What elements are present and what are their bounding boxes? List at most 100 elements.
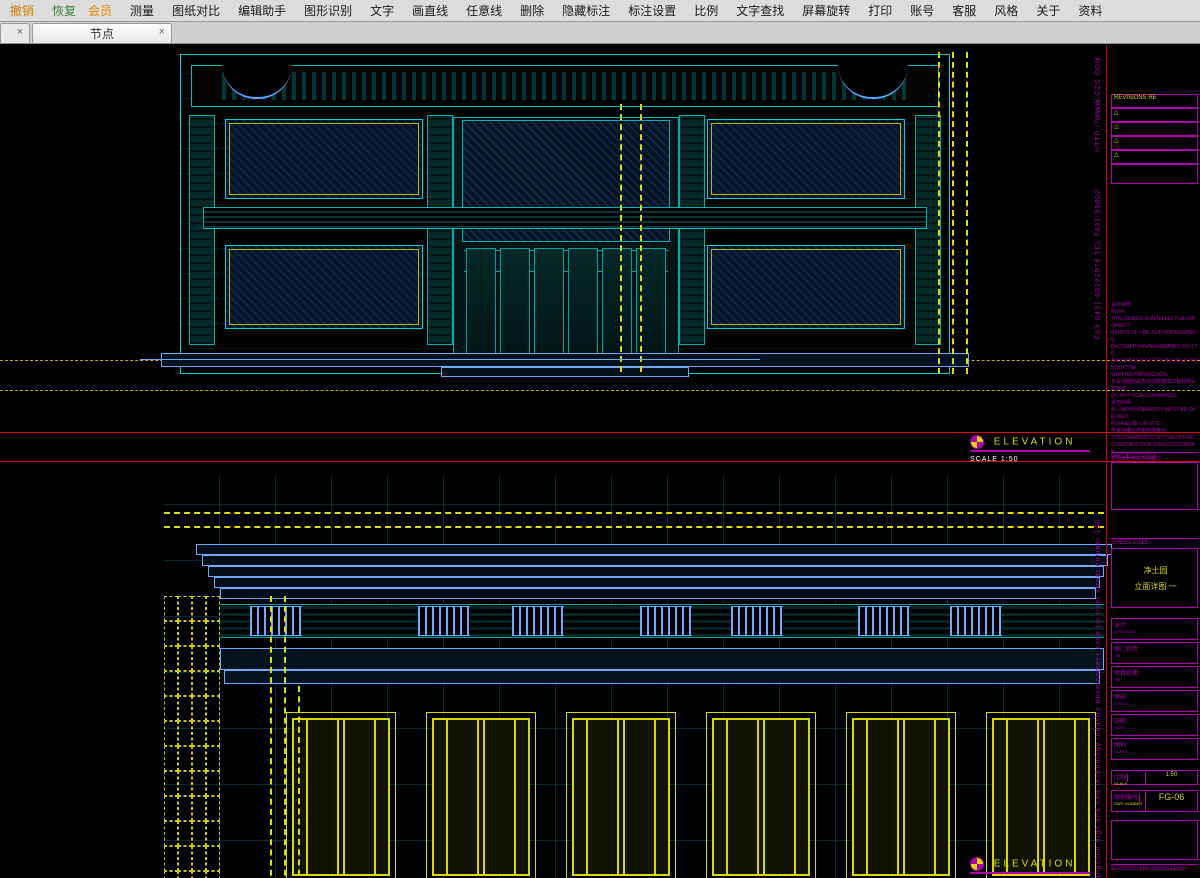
floor-line	[140, 359, 760, 360]
pilaster-cap	[418, 606, 470, 636]
menu-compare[interactable]: 图纸对比	[172, 2, 220, 19]
rev-row: △	[1111, 150, 1198, 164]
menu-delete[interactable]: 删除	[520, 2, 544, 19]
rev-row	[1111, 164, 1198, 184]
rev-row: △	[1111, 108, 1198, 122]
blank-row	[1111, 820, 1198, 860]
elevation-text: ELEVATION	[994, 437, 1076, 448]
rev-header: REVISIONS RE	[1111, 94, 1198, 108]
elevation-icon	[970, 857, 984, 871]
window-panel	[225, 119, 423, 199]
info-row: 项目经理PM	[1111, 666, 1198, 688]
elevation-tag: ELEVATION	[970, 857, 1090, 874]
info-row: 设计DESIGNER	[1111, 618, 1198, 640]
menu-scale[interactable]: 比例	[694, 2, 718, 19]
string-course	[203, 207, 927, 229]
menu-support[interactable]: 客服	[952, 2, 976, 19]
project-title-box	[1111, 462, 1198, 510]
pilaster	[427, 115, 453, 345]
menu-hideannot[interactable]: 隐藏标注	[562, 2, 610, 19]
sheet-title-2: 立面详图 一	[1116, 581, 1195, 592]
scale-row: 比例SCALE 1:50	[1111, 770, 1198, 785]
main-toolbar: 撤销 恢复会员 测量 图纸对比 编辑助手 图形识别 文字 画直线 任意线 删除 隐藏标注 标注设置 比例…	[0, 0, 1200, 22]
menu-print[interactable]: 打印	[868, 2, 892, 19]
menu-vip[interactable]: 会员	[88, 2, 112, 19]
tab-blank[interactable]: ×	[0, 23, 30, 43]
mid-cornice	[220, 648, 1104, 670]
elevation-tag: ELEVATION SCALE 1:50	[970, 435, 1090, 463]
window-bay	[986, 712, 1096, 878]
menu-about[interactable]: 关于	[1036, 2, 1060, 19]
pilaster-cap	[250, 606, 302, 636]
dwg-row: 图纸编号DWG NUMBER FG-06	[1111, 790, 1198, 812]
menu-drawline[interactable]: 画直线	[412, 2, 448, 19]
info-row: 审核CHECK	[1111, 690, 1198, 712]
tab-strip: × 节点 ×	[0, 22, 1200, 44]
plinth	[161, 353, 969, 367]
title-block: HTTP://WWW.CZS.COM FAX 0431-88192978 TEL…	[1106, 44, 1200, 878]
dim-vline	[298, 686, 300, 878]
menu-text[interactable]: 文字	[370, 2, 394, 19]
roof-arch-left	[222, 65, 292, 99]
info-row: 日期DATE	[1111, 714, 1198, 736]
dim-vline	[640, 104, 642, 372]
dim-vline	[620, 104, 622, 372]
side-url: HTTP://WWW.CZS.COM	[1095, 54, 1107, 154]
building-outline	[180, 54, 950, 374]
dim-vline	[966, 52, 968, 374]
menu-redo[interactable]: 恢复	[52, 2, 76, 19]
pilaster-cap	[512, 606, 564, 636]
pilaster-cap	[858, 606, 910, 636]
menu-account[interactable]: 账号	[910, 2, 934, 19]
info-row: 图别CLASS	[1111, 738, 1198, 760]
dim-hline	[164, 526, 1104, 528]
mid-cornice	[224, 670, 1100, 684]
side-contact: FAX 0431-88192978 TEL 0431-85002	[1095, 184, 1107, 344]
menu-findtext[interactable]: 文字查找	[736, 2, 784, 19]
roof-parapet	[191, 65, 939, 107]
tab-active[interactable]: 节点 ×	[32, 23, 172, 43]
entry-doors	[464, 248, 668, 354]
left-return-wall	[164, 596, 220, 878]
window-bay	[426, 712, 536, 878]
elevation-text: ELEVATION	[994, 859, 1076, 870]
menu-recognize[interactable]: 图形识别	[304, 2, 352, 19]
elevation-scale: SCALE 1:50	[970, 456, 1019, 463]
sheet-title-1: 净土园	[1116, 565, 1195, 576]
project-title-label: PROJECT TITLE	[1111, 452, 1198, 460]
menu-resources[interactable]: 资料	[1078, 2, 1102, 19]
main-cornice	[220, 544, 1104, 596]
rev-row: △	[1111, 122, 1198, 136]
dim-vline	[938, 52, 940, 374]
menu-style[interactable]: 风格	[994, 2, 1018, 19]
menu-freeline[interactable]: 任意线	[466, 2, 502, 19]
rev-row: △	[1111, 136, 1198, 150]
cad-viewport[interactable]: ELEVATION SCALE 1:50	[0, 44, 1200, 878]
info-row: 部门负责DM	[1111, 642, 1198, 664]
menu-measure[interactable]: 测量	[130, 2, 154, 19]
close-icon[interactable]: ×	[159, 26, 165, 38]
center-bay	[453, 117, 679, 355]
elevation-lower	[164, 476, 1104, 878]
side-address: Changchun high and new technology indust…	[1095, 514, 1107, 878]
menu-undo[interactable]: 撤销	[10, 2, 34, 19]
window-bay	[846, 712, 956, 878]
pilaster-cap	[731, 606, 783, 636]
elevation-upper	[180, 44, 980, 444]
sheet-title-box: 净土园 立面详图 一	[1111, 548, 1198, 608]
close-icon[interactable]: ×	[17, 26, 23, 38]
window-panel	[707, 119, 905, 199]
pilaster	[679, 115, 705, 345]
dim-vline	[270, 596, 272, 878]
tab-label: 节点	[90, 25, 114, 42]
dim-vline	[284, 596, 286, 878]
pilaster-cap	[640, 606, 692, 636]
menu-edithelper[interactable]: 编辑助手	[238, 2, 286, 19]
window-bay	[566, 712, 676, 878]
menu-rotate[interactable]: 屏幕旋转	[802, 2, 850, 19]
menu-dimsettings[interactable]: 标注设置	[628, 2, 676, 19]
entry-step	[441, 367, 689, 377]
dim-vline	[952, 52, 954, 374]
pilaster-cap	[950, 606, 1002, 636]
footer-label: REVISIONS AND ENGINEERING	[1111, 864, 1198, 872]
